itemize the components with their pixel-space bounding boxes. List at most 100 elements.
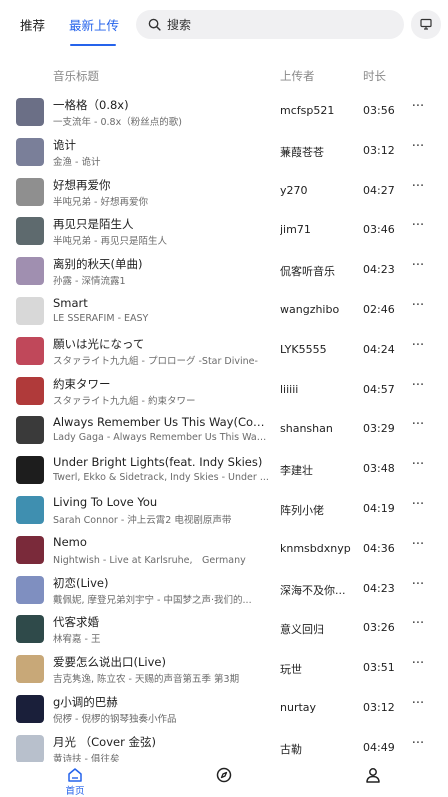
song-duration: 03:26: [363, 621, 395, 634]
song-duration: 03:29: [363, 422, 395, 435]
album-cover: [16, 257, 44, 285]
nav-profile[interactable]: [353, 765, 393, 797]
song-row[interactable]: g小调的巴赫 倪椤 - 倪椤的钢琴独奏小作品 nurtay 03:12 ···: [0, 689, 448, 729]
song-title: 诡计: [53, 138, 76, 152]
song-duration: 03:56: [363, 104, 395, 117]
column-header-title: 音乐标题: [53, 69, 99, 83]
song-row[interactable]: 代客求婚 林宥嘉 - 王 意义回归 03:26 ···: [0, 609, 448, 649]
more-options-icon[interactable]: ···: [410, 458, 426, 476]
song-uploader: liiiii: [280, 383, 299, 396]
song-row[interactable]: 初恋(Live) 戴佩妮, 摩登兄弟刘宇宁 - 中国梦之声·我们的... 深海不及你…: [0, 570, 448, 610]
more-options-icon[interactable]: ···: [410, 578, 426, 596]
column-header-uploader: 上传者: [280, 69, 315, 83]
song-row[interactable]: 願いは光になって スタァライト九九組 - プロローグ -Star Divine- L…: [0, 331, 448, 371]
album-cover: [16, 496, 44, 524]
song-row[interactable]: Always Remember Us This Way(Compl... Lady…: [0, 410, 448, 450]
song-row[interactable]: Living To Love You Sarah Connor - 沖上云霄2 电…: [0, 490, 448, 530]
song-duration: 04:23: [363, 582, 395, 595]
song-title: 爱要怎么说出口(Live): [53, 655, 166, 669]
compass-icon: [216, 767, 232, 783]
song-title: Always Remember Us This Way(Compl...: [53, 415, 273, 429]
more-options-icon[interactable]: ···: [410, 697, 426, 715]
song-uploader: 古勒: [280, 743, 302, 756]
album-cover: [16, 416, 44, 444]
song-artist-album: 林宥嘉 - 王: [53, 634, 101, 645]
more-options-icon[interactable]: ···: [410, 259, 426, 277]
more-options-icon[interactable]: ···: [410, 617, 426, 635]
song-duration: 03:51: [363, 661, 395, 674]
song-artist-album: 半吨兄弟 - 好想再爱你: [53, 197, 148, 208]
more-options-icon[interactable]: ···: [410, 657, 426, 675]
song-duration: 04:24: [363, 343, 395, 356]
song-uploader: wangzhibo: [280, 303, 340, 316]
song-uploader: mcfsp521: [280, 104, 335, 117]
song-uploader: knmsbdxnyp: [280, 542, 351, 555]
tab-recommend[interactable]: 推荐: [20, 15, 45, 34]
song-duration: 04:36: [363, 542, 395, 555]
more-options-icon[interactable]: ···: [410, 538, 426, 556]
song-duration: 04:19: [363, 502, 395, 515]
column-header-duration: 时长: [363, 69, 386, 83]
song-uploader: jim71: [280, 223, 311, 236]
more-options-icon[interactable]: ···: [410, 299, 426, 317]
song-artist-album: 吉克隽逸, 陈立农 - 天赐的声音第五季 第3期: [53, 674, 240, 685]
more-options-icon[interactable]: ···: [410, 219, 426, 237]
more-options-icon[interactable]: ···: [410, 498, 426, 516]
song-duration: 03:46: [363, 223, 395, 236]
album-cover: [16, 297, 44, 325]
more-options-icon[interactable]: ···: [410, 140, 426, 158]
song-row[interactable]: 诡计 金渔 - 诡计 蒹葭苍苍 03:12 ···: [0, 132, 448, 172]
song-uploader: y270: [280, 184, 308, 197]
song-row[interactable]: 好想再爱你 半吨兄弟 - 好想再爱你 y270 04:27 ···: [0, 172, 448, 212]
album-cover: [16, 138, 44, 166]
user-icon: [366, 768, 380, 783]
tab-latest-upload[interactable]: 最新上传: [69, 15, 119, 34]
search-input[interactable]: [167, 14, 387, 35]
monitor-button[interactable]: [411, 10, 441, 39]
song-row[interactable]: 一格格（0.8x) 一支流年 - 0.8x（粉丝点的歌) mcfsp521 03:56…: [0, 92, 448, 132]
album-cover: [16, 456, 44, 484]
more-options-icon[interactable]: ···: [410, 180, 426, 198]
song-row[interactable]: 离别的秋天(单曲) 孙露 - 深情流露1 侃客听音乐 04:23 ···: [0, 251, 448, 291]
album-cover: [16, 178, 44, 206]
more-options-icon[interactable]: ···: [410, 418, 426, 436]
song-artist-album: 一支流年 - 0.8x（粉丝点的歌): [53, 117, 182, 128]
song-uploader: nurtay: [280, 701, 317, 714]
monitor-icon: [420, 18, 432, 30]
song-title: 好想再爱你: [53, 178, 111, 192]
song-row[interactable]: 爱要怎么说出口(Live) 吉克隽逸, 陈立农 - 天赐的声音第五季 第3期 玩世 0…: [0, 649, 448, 689]
song-title: Living To Love You: [53, 495, 158, 509]
song-artist-album: 倪椤 - 倪椤的钢琴独奏小作品: [53, 714, 177, 725]
song-artist-album: Lady Gaga - Always Remember Us This Way …: [53, 432, 271, 443]
song-uploader: 侃客听音乐: [280, 265, 335, 278]
song-row[interactable]: 約束タワー スタァライト九九組 - 約束タワー liiiii 04:57 ···: [0, 371, 448, 411]
album-cover: [16, 695, 44, 723]
search-bar[interactable]: [136, 10, 404, 39]
more-options-icon[interactable]: ···: [410, 100, 426, 118]
song-title: Under Bright Lights(feat. Indy Skies): [53, 455, 263, 469]
song-duration: 04:49: [363, 741, 395, 754]
more-options-icon[interactable]: ···: [410, 379, 426, 397]
album-cover: [16, 337, 44, 365]
song-artist-album: 金渔 - 诡计: [53, 157, 101, 168]
album-cover: [16, 615, 44, 643]
song-title: 一格格（0.8x): [53, 98, 129, 112]
song-title: 初恋(Live): [53, 576, 109, 590]
song-row[interactable]: Under Bright Lights(feat. Indy Skies) Twe…: [0, 450, 448, 490]
song-row[interactable]: Smart LE SSERAFIM - EASY wangzhibo 02:46 ···: [0, 291, 448, 331]
song-uploader: 玩世: [280, 663, 302, 676]
song-row[interactable]: Nemo Nightwish - Live at Karlsruhe, Germa…: [0, 530, 448, 570]
nav-home[interactable]: 首页: [55, 765, 95, 797]
nav-discover[interactable]: [204, 765, 244, 797]
song-uploader: shanshan: [280, 422, 333, 435]
song-artist-album: スタァライト九九組 - 約束タワー: [53, 396, 196, 407]
nav-home-label: 首页: [65, 786, 85, 797]
song-title: 代客求婚: [53, 615, 99, 629]
song-duration: 02:46: [363, 303, 395, 316]
more-options-icon[interactable]: ···: [410, 339, 426, 357]
more-options-icon[interactable]: ···: [410, 737, 426, 755]
song-artist-album: 戴佩妮, 摩登兄弟刘宇宁 - 中国梦之声·我们的...: [53, 595, 252, 606]
song-artist-album: 半吨兄弟 - 再见只是陌生人: [53, 236, 167, 247]
song-row[interactable]: 再见只是陌生人 半吨兄弟 - 再见只是陌生人 jim71 03:46 ···: [0, 211, 448, 251]
song-title: Nemo: [53, 535, 87, 549]
